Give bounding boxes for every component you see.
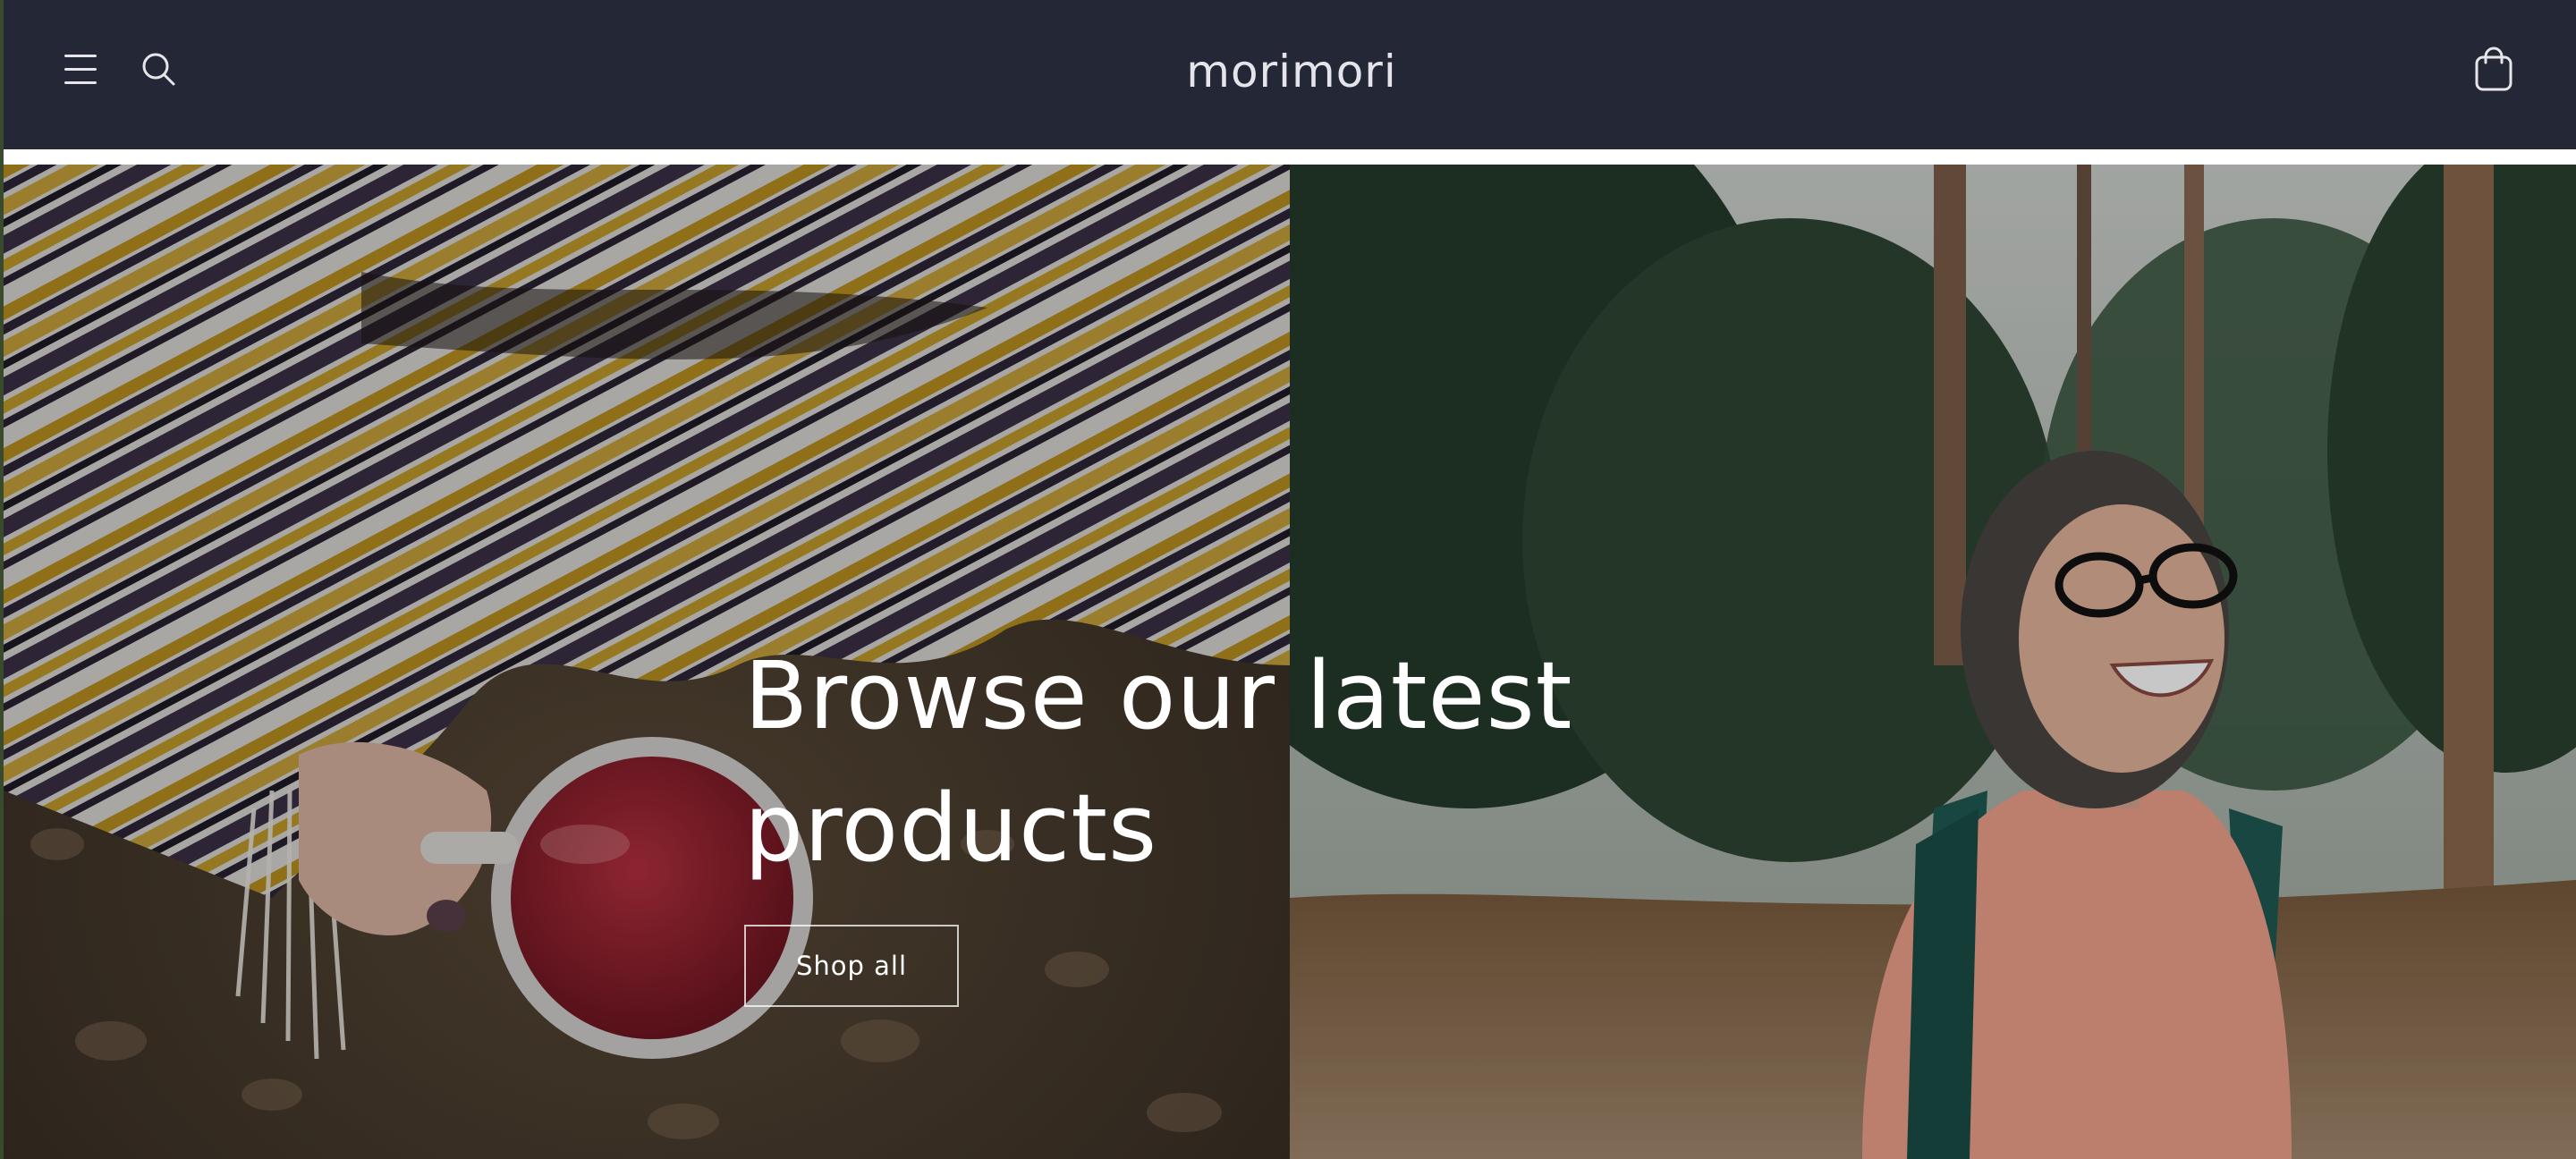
shopping-bag-icon-svg bbox=[2475, 47, 2512, 91]
store-logo[interactable]: morimori bbox=[1059, 36, 1524, 107]
shopping-bag-icon[interactable] bbox=[2465, 41, 2522, 98]
header-divider bbox=[4, 149, 2576, 165]
search-icon[interactable] bbox=[134, 45, 184, 95]
page: morimori Browse our latest products Shop… bbox=[0, 0, 2576, 1159]
hero-banner: Browse our latest products Shop all bbox=[4, 165, 2576, 1159]
site-header: morimori bbox=[4, 0, 2576, 149]
hero-heading-line1: Browse our latest bbox=[744, 641, 1573, 750]
menu-bar-middle bbox=[64, 68, 97, 71]
hero-content: Browse our latest products Shop all bbox=[744, 630, 1639, 1007]
menu-bar-top bbox=[64, 55, 97, 57]
hamburger-menu-icon[interactable] bbox=[55, 45, 106, 95]
hero-heading-line2: products bbox=[744, 774, 1158, 883]
shop-all-button[interactable]: Shop all bbox=[744, 925, 959, 1007]
search-icon-svg bbox=[142, 53, 175, 86]
menu-bar-bottom bbox=[64, 81, 97, 84]
hero-heading: Browse our latest products bbox=[744, 630, 1639, 894]
